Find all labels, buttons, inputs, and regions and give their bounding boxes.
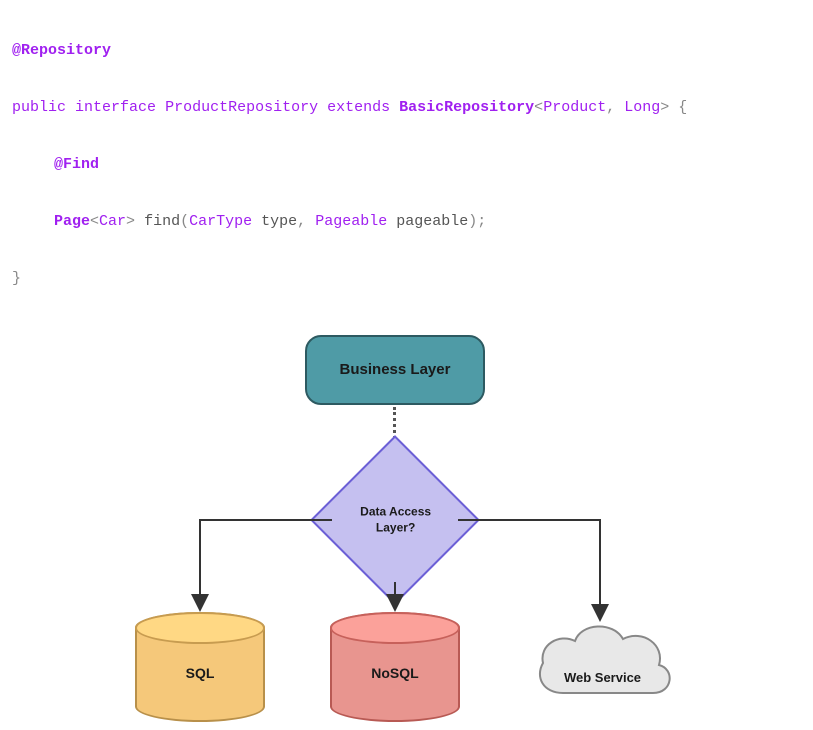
punc-comma: ,: [606, 99, 615, 116]
nosql-database-node: NoSQL: [330, 612, 460, 722]
sql-database-node: SQL: [135, 612, 265, 722]
cloud-icon: [525, 615, 680, 715]
type-car: Car: [99, 213, 126, 230]
annotation-find: @Find: [54, 156, 99, 173]
punc-comma2: ,: [297, 213, 306, 230]
param-type: type: [261, 213, 297, 230]
sql-label: SQL: [186, 665, 215, 681]
type-cartype: CarType: [189, 213, 252, 230]
code-block: @Repository public interface ProductRepo…: [0, 0, 813, 330]
semi: ;: [477, 213, 486, 230]
data-access-node: Data Access Layer?: [310, 435, 480, 605]
data-access-line1: Data Access: [360, 504, 431, 518]
method-find: find: [144, 213, 180, 230]
punc-gt: >: [660, 99, 669, 116]
kw-public: public: [12, 99, 66, 116]
brace-open: {: [678, 99, 687, 116]
class-product-repository: ProductRepository: [165, 99, 318, 116]
punc-lt2: <: [90, 213, 99, 230]
class-page: Page: [54, 213, 90, 230]
class-basic-repository: BasicRepository: [399, 99, 534, 116]
nosql-label: NoSQL: [371, 665, 418, 681]
punc-gt2: >: [126, 213, 135, 230]
architecture-diagram: Business Layer Data Access Layer? SQL No…: [0, 330, 813, 730]
data-access-label: Data Access Layer?: [360, 504, 431, 535]
web-service-label: Web Service: [525, 670, 680, 685]
type-pageable: Pageable: [315, 213, 387, 230]
business-layer-node: Business Layer: [305, 335, 485, 405]
paren-close: ): [468, 213, 477, 230]
type-long: Long: [624, 99, 660, 116]
kw-interface: interface: [75, 99, 156, 116]
brace-close: }: [12, 270, 21, 287]
param-pageable: pageable: [396, 213, 468, 230]
kw-extends: extends: [327, 99, 390, 116]
punc-lt: <: [534, 99, 543, 116]
paren-open: (: [180, 213, 189, 230]
web-service-node: Web Service: [525, 615, 680, 715]
type-product: Product: [543, 99, 606, 116]
annotation-repository: @Repository: [12, 42, 111, 59]
data-access-line2: Layer?: [375, 520, 414, 534]
business-layer-label: Business Layer: [340, 361, 451, 378]
